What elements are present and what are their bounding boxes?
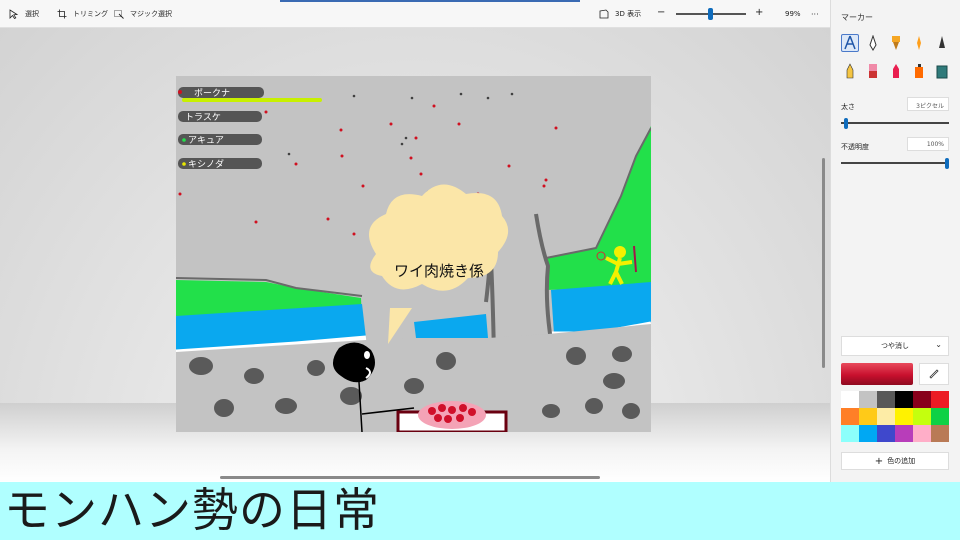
opacity-input[interactable]: 100% bbox=[907, 137, 949, 151]
subtitle-text: モンハン勢の日常 bbox=[4, 483, 380, 537]
player-name-3: アキュア bbox=[188, 136, 224, 146]
brush-panel: マーカー 太さ 3ピクセル 不透明度 100% つや消し ⌄ + 色の追加 bbox=[830, 0, 960, 482]
oil-brush-icon bbox=[892, 36, 900, 50]
palette-swatch[interactable] bbox=[895, 391, 913, 408]
palette-swatch[interactable] bbox=[877, 408, 895, 425]
select-button[interactable]: 選択 bbox=[9, 8, 39, 20]
palette-swatch[interactable] bbox=[913, 425, 931, 442]
player-name-1: ポークナ bbox=[194, 88, 230, 99]
pencil-icon bbox=[846, 63, 854, 79]
brush-fill-bucket[interactable] bbox=[933, 62, 951, 80]
vertical-scrollbar[interactable] bbox=[822, 158, 825, 368]
palette-swatch[interactable] bbox=[913, 408, 931, 425]
crop-icon bbox=[57, 9, 67, 19]
crop-button[interactable]: トリミング bbox=[57, 8, 108, 20]
brush-crayon[interactable] bbox=[887, 62, 905, 80]
finish-dropdown[interactable]: つや消し ⌄ bbox=[841, 336, 949, 356]
player-name-4: キシノダ bbox=[188, 158, 224, 170]
brush-pixel-pen[interactable] bbox=[933, 34, 951, 52]
brush-spray-can[interactable] bbox=[910, 62, 928, 80]
thickness-slider-thumb[interactable] bbox=[844, 118, 849, 129]
eraser-icon bbox=[869, 64, 877, 78]
color-palette bbox=[841, 391, 949, 442]
palette-swatch[interactable] bbox=[895, 425, 913, 442]
zoom-slider-thumb[interactable] bbox=[707, 8, 713, 20]
zoom-in-button[interactable]: + bbox=[755, 6, 763, 18]
select-label: 選択 bbox=[25, 10, 39, 18]
3d-view-icon bbox=[599, 9, 609, 19]
fountain-pen-icon bbox=[869, 35, 877, 51]
palette-swatch[interactable] bbox=[895, 408, 913, 425]
cursor-icon bbox=[9, 9, 19, 19]
watercolor-icon bbox=[917, 36, 921, 50]
palette-swatch[interactable] bbox=[931, 408, 949, 425]
add-color-button[interactable]: + 色の追加 bbox=[841, 452, 949, 470]
horizontal-scrollbar[interactable] bbox=[220, 476, 600, 479]
thickness-label: 太さ bbox=[841, 103, 855, 111]
palette-swatch[interactable] bbox=[931, 425, 949, 442]
palette-swatch[interactable] bbox=[877, 391, 895, 408]
palette-swatch[interactable] bbox=[859, 425, 877, 442]
palette-swatch[interactable] bbox=[877, 425, 895, 442]
panel-title: マーカー bbox=[841, 13, 873, 22]
brush-pencil[interactable] bbox=[841, 62, 859, 80]
drawing-canvas[interactable]: ポークナ トラスケ アキュア キシノダ ワイ肉焼き係 bbox=[176, 76, 651, 432]
player-name-2: トラスケ bbox=[185, 112, 221, 123]
opacity-slider-track[interactable] bbox=[841, 162, 949, 164]
current-color-swatch[interactable] bbox=[841, 363, 913, 385]
magic-select-label: マジック選択 bbox=[130, 10, 172, 18]
zoom-out-button[interactable]: − bbox=[657, 6, 665, 18]
brush-calligraphy-pen[interactable] bbox=[841, 34, 859, 52]
palette-swatch[interactable] bbox=[841, 391, 859, 408]
subtitle-banner: モンハン勢の日常 bbox=[0, 482, 960, 540]
palette-swatch[interactable] bbox=[931, 391, 949, 408]
canvas-workspace: ポークナ トラスケ アキュア キシノダ ワイ肉焼き係 bbox=[0, 28, 830, 482]
thickness-slider-track[interactable] bbox=[841, 122, 949, 124]
calligraphy-pen-icon bbox=[844, 35, 856, 50]
palette-swatch[interactable] bbox=[841, 425, 859, 442]
plus-icon: + bbox=[874, 455, 884, 467]
top-toolbar: 選択 トリミング マジック選択 3D 表示 − + 99% ··· bbox=[0, 0, 830, 28]
pixel-pen-icon bbox=[939, 36, 945, 48]
crayon-icon bbox=[893, 64, 899, 78]
title-accent-line bbox=[280, 0, 580, 2]
magic-select-icon bbox=[114, 10, 124, 19]
view-3d-button[interactable]: 3D 表示 bbox=[599, 8, 641, 20]
drawing-svg: ポークナ トラスケ アキュア キシノダ ワイ肉焼き係 bbox=[176, 76, 651, 432]
palette-swatch[interactable] bbox=[859, 391, 877, 408]
brush-eraser[interactable] bbox=[864, 62, 882, 80]
fill-bucket-icon bbox=[936, 65, 948, 79]
eyedropper-button[interactable] bbox=[919, 363, 949, 385]
brush-oil[interactable] bbox=[887, 34, 905, 52]
more-options-button[interactable]: ··· bbox=[811, 8, 819, 20]
magic-select-button[interactable]: マジック選択 bbox=[114, 8, 172, 20]
palette-swatch[interactable] bbox=[841, 408, 859, 425]
add-color-label: 色の追加 bbox=[887, 457, 916, 465]
palette-swatch[interactable] bbox=[913, 391, 931, 408]
eyedropper-icon bbox=[929, 369, 939, 379]
brush-watercolor[interactable] bbox=[910, 34, 928, 52]
crop-label: トリミング bbox=[73, 10, 108, 18]
spray-can-icon bbox=[915, 64, 923, 78]
opacity-slider-thumb[interactable] bbox=[945, 158, 949, 169]
brush-fountain-pen[interactable] bbox=[864, 34, 882, 52]
finish-value: つや消し bbox=[881, 342, 909, 350]
view-3d-label: 3D 表示 bbox=[615, 10, 642, 18]
chevron-down-icon: ⌄ bbox=[935, 340, 942, 349]
palette-swatch[interactable] bbox=[859, 408, 877, 425]
speech-text: ワイ肉焼き係 bbox=[394, 262, 484, 280]
opacity-label: 不透明度 bbox=[841, 143, 869, 151]
thickness-input[interactable]: 3ピクセル bbox=[907, 97, 949, 111]
zoom-percent: 99% bbox=[785, 10, 801, 18]
